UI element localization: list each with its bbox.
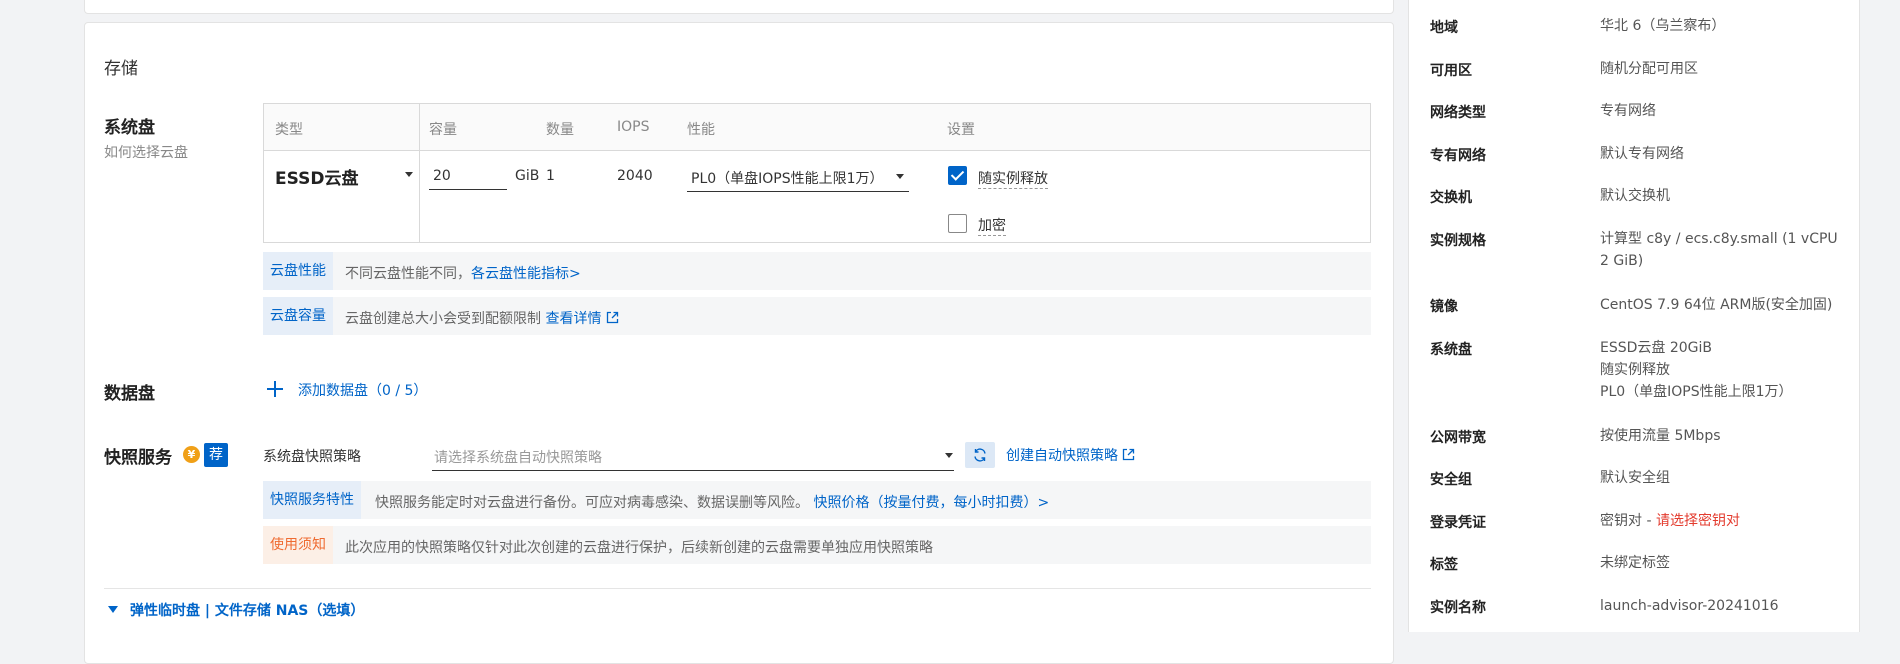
column-header: 数量 xyxy=(546,122,574,138)
summary-value: 按使用流量 5Mbps xyxy=(1600,428,1721,444)
summary-key: 公网带宽 xyxy=(1430,430,1486,446)
disk-performance-info: 云盘性能 不同云盘性能不同，各云盘性能指标> xyxy=(263,252,1371,290)
summary-value: 计算型 c8y / ecs.c8y.small (1 vCPU 2 GiB) xyxy=(1600,231,1838,269)
column-header: 类型 xyxy=(275,122,303,138)
performance-metrics-link[interactable]: 各云盘性能指标> xyxy=(471,266,581,282)
divider xyxy=(104,588,1371,589)
caret-down-icon[interactable] xyxy=(108,606,118,613)
column-header: 容量 xyxy=(429,122,457,138)
system-disk-label: 系统盘 xyxy=(104,118,155,138)
summary-value: 未绑定标签 xyxy=(1600,555,1670,571)
summary-value: ESSD云盘 20GiB 随实例释放 PL0（单盘IOPS性能上限1万） xyxy=(1600,340,1793,400)
summary-key: 交换机 xyxy=(1430,190,1472,206)
performance-value: PL0（单盘IOPS性能上限1万） xyxy=(691,171,884,187)
chevron-down-icon[interactable] xyxy=(405,172,413,177)
snapshot-policy-placeholder: 请选择系统盘自动快照策略 xyxy=(434,450,602,466)
external-link-icon[interactable] xyxy=(606,311,619,324)
snapshot-policy-label: 系统盘快照策略 xyxy=(263,449,361,465)
snapshot-label: 快照服务 xyxy=(104,448,172,468)
select-keypair-link[interactable]: 请选择密钥对 xyxy=(1656,513,1740,529)
section-title: 存储 xyxy=(104,59,138,79)
notice-tag: 使用须知 xyxy=(263,526,333,564)
encrypt-label: 加密 xyxy=(978,218,1006,236)
summary-key: 镜像 xyxy=(1430,299,1458,315)
previous-section-card xyxy=(84,0,1394,14)
add-data-disk-button[interactable]: 添加数据盘（0 / 5） xyxy=(298,380,427,400)
column-header: IOPS xyxy=(617,119,650,135)
snapshot-notice: 使用须知 此次应用的快照策略仅针对此次创建的云盘进行保护，后续新创建的云盘需要单… xyxy=(263,526,1371,564)
summary-value: 默认交换机 xyxy=(1600,188,1670,204)
disk-help-link[interactable]: 如何选择云盘 xyxy=(104,142,188,162)
config-summary-panel xyxy=(1408,0,1860,632)
summary-key: 实例名称 xyxy=(1430,600,1486,616)
chevron-down-icon xyxy=(896,174,904,179)
snapshot-feature-info: 快照服务特性 快照服务能定时对云盘进行备份。可应对病毒感染、数据误删等风险。 快… xyxy=(263,481,1371,519)
optional-storage-toggle[interactable]: 弹性临时盘 | 文件存储 NAS（选填） xyxy=(130,600,364,620)
performance-select[interactable]: PL0（单盘IOPS性能上限1万） xyxy=(687,162,909,192)
external-link-icon xyxy=(1123,448,1135,461)
data-disk-label: 数据盘 xyxy=(104,384,155,404)
summary-key: 登录凭证 xyxy=(1430,515,1486,531)
summary-value: 随机分配可用区 xyxy=(1600,61,1698,77)
column-header: 性能 xyxy=(687,122,715,138)
summary-value: CentOS 7.9 64位 ARM版(安全加固) xyxy=(1600,297,1833,313)
encrypt-checkbox[interactable] xyxy=(948,214,967,233)
info-text: 不同云盘性能不同， xyxy=(345,266,471,282)
summary-value: 华北 6（乌兰察布） xyxy=(1600,18,1726,34)
yen-icon: ¥ xyxy=(183,446,200,463)
summary-key: 可用区 xyxy=(1430,63,1472,79)
refresh-button[interactable] xyxy=(965,442,995,468)
summary-key: 标签 xyxy=(1430,557,1458,573)
create-snapshot-policy-link[interactable]: 创建自动快照策略 xyxy=(1006,445,1135,465)
summary-value: 默认安全组 xyxy=(1600,470,1670,486)
summary-key: 安全组 xyxy=(1430,472,1472,488)
system-disk-table: 类型 容量 数量 IOPS 性能 设置 ESSD云盘 GiB 1 2040 PL… xyxy=(263,103,1371,243)
info-text: 快照服务能定时对云盘进行备份。可应对病毒感染、数据误删等风险。 xyxy=(375,495,809,511)
disk-quantity: 1 xyxy=(546,168,555,184)
snapshot-price-link[interactable]: 快照价格（按量付费，每小时扣费）> xyxy=(813,495,1049,511)
summary-value: 专有网络 xyxy=(1600,103,1656,119)
notice-text: 此次应用的快照策略仅针对此次创建的云盘进行保护，后续新创建的云盘需要单独应用快照… xyxy=(345,540,933,556)
disk-capacity-info: 云盘容量 云盘创建总大小会受到配额限制 查看详情 xyxy=(263,297,1371,335)
view-details-link[interactable]: 查看详情 xyxy=(545,311,601,327)
info-tag: 云盘性能 xyxy=(263,252,333,290)
summary-value: launch-advisor-20241016 xyxy=(1600,598,1779,614)
column-header: 设置 xyxy=(947,122,975,138)
refresh-icon xyxy=(974,448,986,462)
summary-key: 网络类型 xyxy=(1430,105,1486,121)
capacity-unit: GiB xyxy=(515,168,540,184)
summary-key: 系统盘 xyxy=(1430,342,1472,358)
snapshot-policy-select[interactable]: 请选择系统盘自动快照策略 xyxy=(432,441,954,471)
capacity-input[interactable] xyxy=(429,162,507,190)
info-tag: 云盘容量 xyxy=(263,297,333,335)
release-with-instance-label: 随实例释放 xyxy=(978,171,1048,189)
disk-type-select[interactable]: ESSD云盘 xyxy=(275,164,358,189)
recommend-badge: 荐 xyxy=(204,443,228,467)
release-with-instance-checkbox[interactable] xyxy=(948,166,967,185)
summary-value: 默认专有网络 xyxy=(1600,146,1684,162)
summary-key: 实例规格 xyxy=(1430,233,1486,249)
summary-key: 专有网络 xyxy=(1430,148,1486,164)
summary-key: 地域 xyxy=(1430,20,1458,36)
plus-icon[interactable] xyxy=(267,380,285,398)
disk-iops: 2040 xyxy=(617,168,653,184)
info-tag: 快照服务特性 xyxy=(263,481,361,519)
chevron-down-icon xyxy=(945,453,953,458)
column-divider xyxy=(419,104,420,242)
info-text: 云盘创建总大小会受到配额限制 xyxy=(345,311,541,327)
summary-value: 密钥对 - 请选择密钥对 xyxy=(1600,513,1740,529)
